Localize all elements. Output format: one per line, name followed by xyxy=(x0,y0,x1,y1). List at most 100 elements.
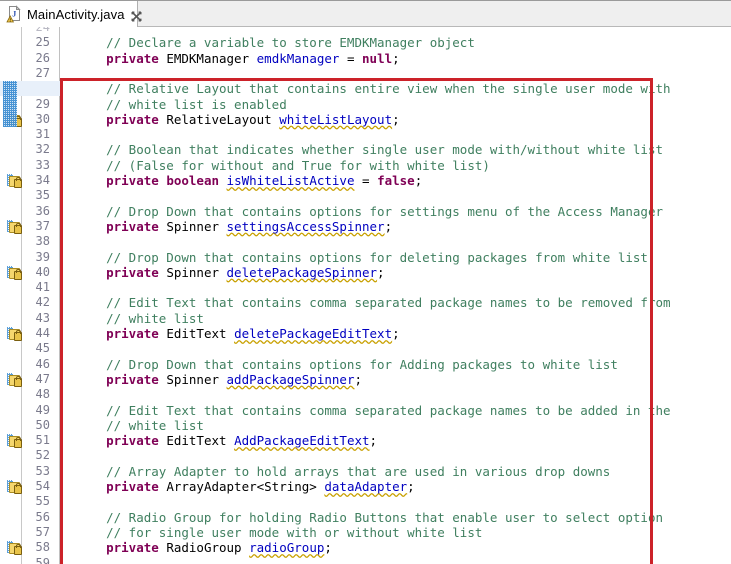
code-token: = xyxy=(339,51,362,66)
code-line[interactable] xyxy=(60,66,731,81)
code-line[interactable]: private Spinner settingsAccessSpinner; xyxy=(60,219,731,234)
code-token xyxy=(76,173,106,188)
line-number: 35 xyxy=(17,188,55,203)
line-number: 36 xyxy=(17,204,55,219)
code-line[interactable]: // white list xyxy=(60,311,731,326)
code-line[interactable]: // Relative Layout that contains entire … xyxy=(60,81,731,96)
code-line[interactable]: private EditText AddPackageEditText; xyxy=(60,433,731,448)
line-number: 31 xyxy=(17,127,55,142)
line-number: 39 xyxy=(17,250,55,265)
code-token: AddPackageEditText xyxy=(234,433,369,448)
code-token: private xyxy=(106,112,159,127)
code-token: deletePackageEditText xyxy=(234,326,392,341)
code-token: // for single user mode with or without … xyxy=(76,525,482,540)
code-token: private xyxy=(106,51,159,66)
code-token xyxy=(76,479,106,494)
line-number: 49 xyxy=(17,403,55,418)
code-token: dataAdapter xyxy=(324,479,407,494)
code-token: false xyxy=(377,173,415,188)
code-token: // (False for without and True for with … xyxy=(76,158,490,173)
code-line[interactable]: // Drop Down that contains options for A… xyxy=(60,357,731,372)
code-token: ; xyxy=(407,479,415,494)
code-token xyxy=(76,540,106,555)
code-line[interactable] xyxy=(60,234,731,249)
code-line[interactable]: // white list is enabled xyxy=(60,97,731,112)
code-line[interactable] xyxy=(60,341,731,356)
line-number: 51 xyxy=(17,433,55,448)
code-line[interactable]: private EditText deletePackageEditText; xyxy=(60,326,731,341)
code-line[interactable]: // (False for without and True for with … xyxy=(60,158,731,173)
code-line[interactable]: private Spinner addPackageSpinner; xyxy=(60,372,731,387)
code-line[interactable] xyxy=(60,494,731,509)
line-number: 37 xyxy=(17,219,55,234)
code-line[interactable] xyxy=(60,387,731,402)
code-text-area[interactable]: // Declare a variable to store EMDKManag… xyxy=(60,27,731,564)
code-line[interactable] xyxy=(60,188,731,203)
code-token xyxy=(76,265,106,280)
overview-ruler-marker[interactable] xyxy=(3,81,17,127)
code-token: emdkManager xyxy=(257,51,340,66)
code-token: // Array Adapter to hold arrays that are… xyxy=(76,464,610,479)
line-number: 33 xyxy=(17,158,55,173)
code-token xyxy=(76,372,106,387)
code-line[interactable]: // Drop Down that contains options for s… xyxy=(60,204,731,219)
code-token: // white list xyxy=(76,418,204,433)
line-number: 44 xyxy=(17,326,55,341)
code-line[interactable] xyxy=(60,27,731,35)
code-token: // Declare a variable to store EMDKManag… xyxy=(76,35,475,50)
code-line[interactable]: // white list xyxy=(60,418,731,433)
code-line[interactable]: private Spinner deletePackageSpinner; xyxy=(60,265,731,280)
line-number: 54 xyxy=(17,479,55,494)
line-number: 43 xyxy=(17,311,55,326)
code-token: private xyxy=(106,326,159,341)
code-token: // white list xyxy=(76,311,204,326)
code-line[interactable]: private RadioGroup radioGroup; xyxy=(60,540,731,555)
code-token: null xyxy=(362,51,392,66)
code-line[interactable]: private ArrayAdapter<String> dataAdapter… xyxy=(60,479,731,494)
close-icon[interactable] xyxy=(130,8,143,21)
code-line[interactable]: // for single user mode with or without … xyxy=(60,525,731,540)
code-line[interactable] xyxy=(60,556,731,564)
code-token: RelativeLayout xyxy=(159,112,279,127)
code-line[interactable]: // Edit Text that contains comma separat… xyxy=(60,295,731,310)
line-number: 29 xyxy=(17,97,55,112)
line-number: 55 xyxy=(17,494,55,509)
code-editor[interactable]: 2425262728293031323334353637383940414243… xyxy=(0,27,731,564)
code-token: // Drop Down that contains options for A… xyxy=(76,357,618,372)
line-number: 32 xyxy=(17,142,55,157)
code-line[interactable]: // Edit Text that contains comma separat… xyxy=(60,403,731,418)
line-number: 30 xyxy=(17,112,55,127)
code-token: // Relative Layout that contains entire … xyxy=(76,81,671,96)
code-line[interactable] xyxy=(60,127,731,142)
code-line[interactable]: // Array Adapter to hold arrays that are… xyxy=(60,464,731,479)
code-line[interactable]: // Declare a variable to store EMDKManag… xyxy=(60,35,731,50)
code-line[interactable] xyxy=(60,280,731,295)
code-token: ; xyxy=(392,112,400,127)
line-number: 24 xyxy=(17,27,55,35)
code-token: EMDKManager xyxy=(159,51,257,66)
code-line[interactable] xyxy=(60,448,731,463)
line-number: 50 xyxy=(17,418,55,433)
code-token: ; xyxy=(392,326,400,341)
code-token: Spinner xyxy=(159,265,227,280)
code-line[interactable]: // Drop Down that contains options for d… xyxy=(60,250,731,265)
editor-tab-mainactivity[interactable]: J MainActivity.java xyxy=(0,1,138,27)
code-line[interactable]: // Boolean that indicates whether single… xyxy=(60,142,731,157)
svg-text:J: J xyxy=(12,10,16,19)
code-line[interactable]: private boolean isWhiteListActive = fals… xyxy=(60,173,731,188)
editor-tab-label: MainActivity.java xyxy=(27,7,125,22)
code-token: ; xyxy=(324,540,332,555)
line-number: 40 xyxy=(17,265,55,280)
code-token: EditText xyxy=(159,326,234,341)
code-token: // Edit Text that contains comma separat… xyxy=(76,295,671,310)
code-line[interactable]: private EMDKManager emdkManager = null; xyxy=(60,51,731,66)
code-line[interactable]: // Radio Group for holding Radio Buttons… xyxy=(60,510,731,525)
code-token: radioGroup xyxy=(249,540,324,555)
code-token: ; xyxy=(354,372,362,387)
code-token xyxy=(76,219,106,234)
code-line[interactable]: private RelativeLayout whiteListLayout; xyxy=(60,112,731,127)
line-number: 41 xyxy=(17,280,55,295)
code-token xyxy=(219,173,227,188)
java-file-warning-icon: J xyxy=(5,5,23,23)
code-token: = xyxy=(354,173,377,188)
